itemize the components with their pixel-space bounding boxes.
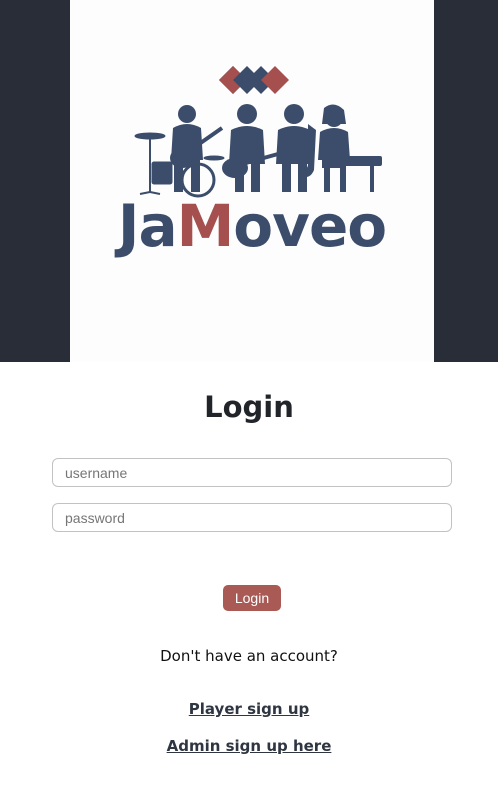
diamond-pattern-icon [219, 66, 289, 94]
brand-accent: M [176, 192, 235, 260]
login-button[interactable]: Login [223, 585, 281, 611]
admin-signup-link[interactable]: Admin sign up here [0, 735, 498, 757]
page-title: Login [204, 390, 294, 424]
logo-panel: JaMoveo [70, 0, 434, 362]
username-input[interactable] [52, 458, 452, 487]
player-signup-link[interactable]: Player sign up [0, 698, 498, 720]
brand-suffix: oveo [233, 192, 387, 260]
brand-prefix: Ja [117, 192, 178, 260]
band-illustration [134, 66, 382, 198]
brand-wordmark: JaMoveo [70, 186, 434, 266]
password-input[interactable] [52, 503, 452, 532]
hero-banner: JaMoveo [0, 0, 498, 362]
no-account-text: Don't have an account? [160, 647, 338, 665]
